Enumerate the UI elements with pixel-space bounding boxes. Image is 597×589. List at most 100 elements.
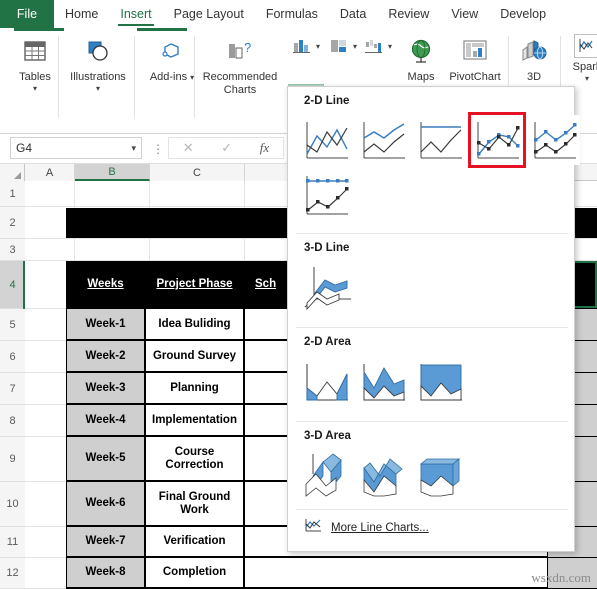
table-row: Final Ground Work — [145, 481, 244, 526]
tab-formulas[interactable]: Formulas — [255, 0, 329, 28]
chevron-down-icon[interactable]: ▾ — [131, 143, 136, 154]
tab-page-layout[interactable]: Page Layout — [163, 0, 255, 28]
tab-review[interactable]: Review — [377, 0, 440, 28]
chart-thumb-stacked-line-with-markers[interactable] — [528, 115, 580, 165]
chart-thumb-100-stacked-line[interactable] — [414, 115, 466, 165]
row-header-2[interactable]: 2 — [0, 207, 25, 239]
pivotchart-icon — [458, 34, 492, 68]
insert-hierarchy-chart-button[interactable]: ▾ — [325, 34, 359, 58]
chevron-down-icon[interactable]: ▾ — [388, 42, 392, 51]
row-header-10[interactable]: 10 — [0, 482, 25, 527]
tab-home[interactable]: Home — [54, 0, 109, 28]
insert-waterfall-chart-button[interactable]: ▾ — [360, 34, 394, 58]
row-header-9[interactable]: 9 — [0, 437, 25, 482]
table-row: Week-5 — [66, 436, 145, 481]
more-line-charts-label: More Line Charts... — [331, 522, 429, 534]
tables-label: Tables — [19, 71, 51, 83]
chart-thumb-area[interactable] — [300, 357, 352, 407]
chart-thumb-3d-stacked-area[interactable] — [357, 451, 411, 503]
chart-thumb-100-stacked-line-with-markers[interactable] — [300, 171, 352, 221]
table-row: Week-2 — [66, 340, 145, 372]
table-row: Course Correction — [145, 436, 244, 481]
svg-text:?: ? — [244, 40, 251, 55]
illustrations-button[interactable]: Illustrations ▾ — [68, 34, 128, 93]
3d-map-button[interactable]: 3D — [512, 34, 556, 84]
illustrations-icon — [81, 34, 115, 68]
recommended-charts-icon: ? — [223, 34, 257, 68]
excel-window: File Home Insert Page Layout Formulas Da… — [0, 0, 597, 589]
table-header-project-phase: Project Phase — [145, 261, 244, 308]
sparklines-button[interactable]: Spark ▾ — [562, 34, 597, 83]
tab-data[interactable]: Data — [329, 0, 377, 28]
insert-column-chart-button[interactable]: ▾ — [288, 34, 322, 58]
section-title-3d-area: 3-D Area — [304, 430, 351, 442]
addins-button[interactable]: Add-ins ▾ — [142, 34, 202, 83]
tab-developer[interactable]: Develop — [489, 0, 557, 28]
table-header-weeks: Weeks — [66, 261, 145, 308]
tab-view[interactable]: View — [440, 0, 489, 28]
table-row: Week-8 — [66, 557, 145, 588]
line-chart-icon — [304, 518, 322, 538]
gridline — [547, 557, 597, 558]
sparkline-icon — [574, 34, 597, 58]
formula-bar-handle[interactable]: ⋮ — [152, 142, 164, 156]
formula-bar-buttons: ✕ ✓ fx — [168, 137, 284, 159]
table-row: Implementation — [145, 404, 244, 436]
chevron-down-icon[interactable]: ▾ — [353, 42, 357, 51]
tab-file[interactable]: File — [0, 0, 54, 28]
column-header-c[interactable]: C — [150, 164, 245, 181]
name-box-value: G4 — [16, 141, 33, 155]
chart-thumb-100-stacked-area[interactable] — [414, 357, 466, 407]
addins-label-text: Add-ins — [149, 71, 188, 83]
column-header-a[interactable]: A — [25, 164, 75, 181]
chevron-down-icon[interactable]: ▾ — [96, 84, 100, 93]
row-header-3[interactable]: 3 — [0, 239, 25, 261]
table-row: Verification — [145, 526, 244, 557]
illustrations-label: Illustrations — [70, 71, 126, 83]
chevron-down-icon[interactable]: ▾ — [585, 74, 589, 83]
row-header-11[interactable]: 11 — [0, 527, 25, 558]
table-row: Week-4 — [66, 404, 145, 436]
table-row: Ground Survey — [145, 340, 244, 372]
insert-function-icon[interactable]: fx — [260, 140, 269, 156]
addins-icon — [155, 34, 189, 68]
chart-thumb-stacked-line[interactable] — [357, 115, 409, 165]
group-divider — [194, 36, 195, 118]
chart-thumb-line[interactable] — [300, 115, 352, 165]
row-header-1[interactable]: 1 — [0, 181, 25, 207]
confirm-icon[interactable]: ✓ — [221, 140, 232, 156]
chevron-down-icon[interactable]: ▾ — [316, 42, 320, 51]
tables-button[interactable]: Tables ▾ — [5, 34, 65, 93]
cancel-icon[interactable]: ✕ — [183, 140, 194, 156]
row-headers: 1 2 3 4 5 6 7 8 9 10 11 12 13 14 — [0, 181, 25, 589]
tab-insert[interactable]: Insert — [109, 0, 162, 28]
addins-label: Add-ins ▾ — [150, 71, 194, 83]
section-divider — [296, 233, 568, 234]
section-divider — [296, 421, 568, 422]
row-header-4[interactable]: 4 — [0, 261, 25, 309]
row-header-6[interactable]: 6 — [0, 341, 25, 373]
chart-thumb-stacked-area[interactable] — [357, 357, 409, 407]
maps-button[interactable]: Maps — [398, 34, 444, 84]
name-box[interactable]: G4 ▾ — [10, 137, 142, 159]
recommended-charts-button[interactable]: ? Recommended Charts — [200, 34, 280, 96]
row-header-5[interactable]: 5 — [0, 309, 25, 341]
section-title-2d-area: 2-D Area — [304, 336, 351, 348]
chart-thumb-3d-area[interactable] — [300, 451, 354, 503]
chart-thumb-3d-100-stacked-area[interactable] — [414, 451, 468, 503]
insert-line-chart-gallery: 2-D Line 3-D Line 2-D Area 3-D Area More… — [287, 86, 580, 552]
select-all-button[interactable] — [0, 164, 25, 181]
chart-thumb-3d-line[interactable] — [300, 262, 358, 314]
column-header-b[interactable]: B — [75, 164, 150, 181]
3d-map-label: 3D — [526, 71, 542, 83]
row-header-8[interactable]: 8 — [0, 405, 25, 437]
ribbon-tabstrip: File Home Insert Page Layout Formulas Da… — [0, 0, 597, 28]
row-header-7[interactable]: 7 — [0, 373, 25, 405]
more-line-charts-item[interactable]: More Line Charts... — [296, 515, 568, 541]
row-header-12[interactable]: 12 — [0, 558, 25, 589]
chart-thumb-line-with-markers[interactable] — [468, 112, 526, 168]
section-title-2d-line: 2-D Line — [304, 95, 350, 107]
group-divider — [134, 36, 135, 118]
pivotchart-button[interactable]: PivotChart — [446, 34, 504, 84]
chevron-down-icon[interactable]: ▾ — [33, 84, 37, 93]
